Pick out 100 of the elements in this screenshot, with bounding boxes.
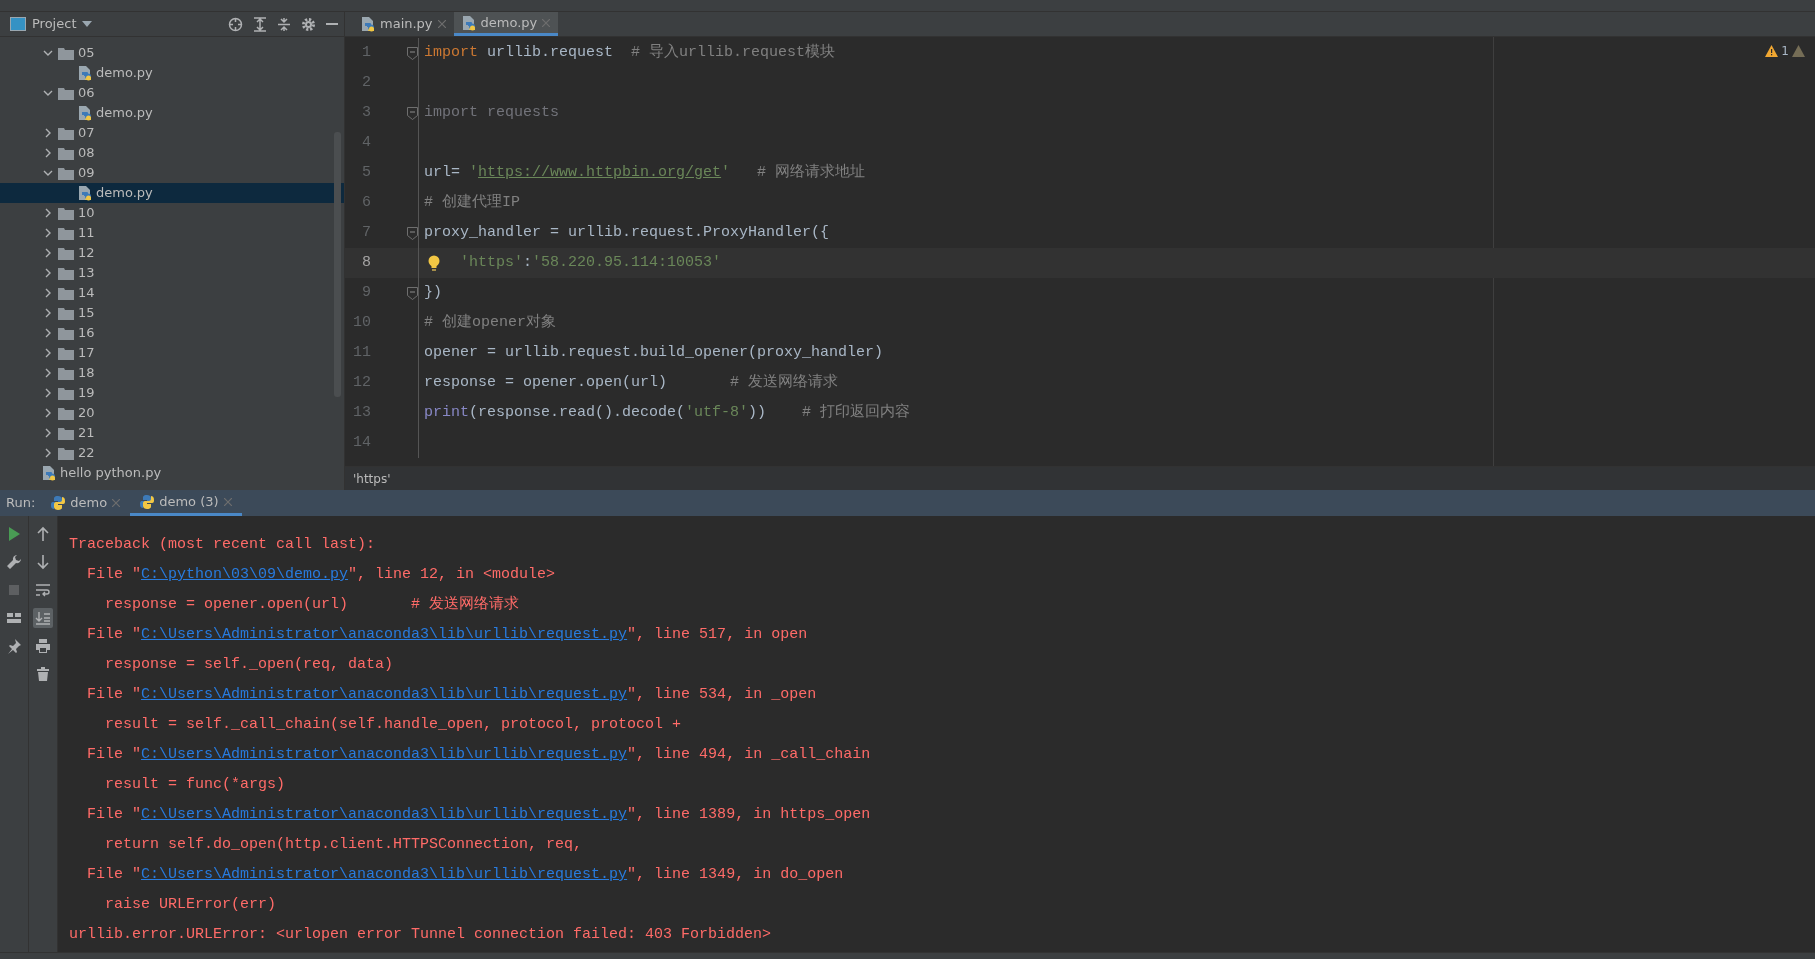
tree-item[interactable]: 20 (0, 403, 344, 423)
tree-item[interactable]: 12 (0, 243, 344, 263)
line-number: 3 (361, 102, 371, 123)
folder-icon (58, 326, 74, 340)
code-line: # 创建opener对象 (424, 312, 556, 333)
code-line: import requests (424, 102, 560, 123)
tree-item[interactable]: 14 (0, 283, 344, 303)
expand-all-icon[interactable] (253, 16, 267, 32)
fold-marker-icon[interactable] (407, 46, 418, 60)
tree-item[interactable]: 06 (0, 83, 344, 103)
tree-item[interactable]: 22 (0, 443, 344, 463)
editor-tab[interactable]: main.py (353, 12, 454, 36)
line-number: 5 (361, 162, 371, 183)
down-arrow-icon[interactable] (35, 554, 51, 570)
console-line: response = opener.open(url) # 发送网络请求 (104, 594, 521, 615)
fold-marker-icon[interactable] (407, 286, 418, 300)
code-line: # 创建代理IP (424, 192, 520, 213)
tree-item[interactable]: 21 (0, 423, 344, 443)
dropdown-caret-icon[interactable] (82, 21, 93, 27)
wrench-icon[interactable] (6, 554, 22, 570)
file-link[interactable]: C:\Users\Administrator\anaconda3\lib\urllib\request.py (141, 626, 628, 643)
tree-label: 14 (78, 284, 95, 303)
up-arrow-icon[interactable] (35, 526, 51, 542)
console-line: File "C:\Users\Administrator\anaconda3\lib\urllib\request.py", line 1389, in https_open (86, 805, 872, 825)
trash-icon[interactable] (35, 666, 51, 682)
settings-icon[interactable] (301, 16, 316, 32)
file-link[interactable]: C:\Users\Administrator\anaconda3\lib\urllib\request.py (141, 806, 628, 823)
console-line: return self.do_open(http.client.HTTPSConnection, req, (104, 835, 584, 855)
tree-item[interactable]: hello python.py (0, 463, 344, 483)
editor-tab[interactable]: demo.py (453, 12, 559, 36)
folder-icon (58, 86, 74, 100)
folder-icon (58, 426, 74, 440)
tree-item[interactable]: 15 (0, 303, 344, 323)
console-line: response = self._open(req, data) (104, 655, 395, 675)
folder-icon (58, 346, 74, 360)
console-line: File "C:\Users\Administrator\anaconda3\lib\urllib\request.py", line 534, in _open (86, 685, 818, 705)
tree-item[interactable]: 07 (0, 123, 344, 143)
scrollbar[interactable] (334, 132, 341, 397)
file-link[interactable]: C:\python\03\09\demo.py (141, 566, 349, 583)
tree-label: 08 (78, 144, 95, 163)
tree-label: 10 (78, 204, 95, 223)
folder-icon (58, 166, 74, 180)
folder-icon (58, 286, 74, 300)
line-number: 6 (361, 192, 371, 213)
folder-icon (58, 146, 74, 160)
tree-label: 09 (78, 164, 95, 183)
python-file-icon (78, 105, 92, 121)
line-number: 1 (361, 42, 371, 63)
console-line: Traceback (most recent call last): (69, 535, 377, 555)
tree-item[interactable]: demo.py (0, 183, 344, 203)
code-line: 'https':'58.220.95.114:10053' (460, 252, 722, 273)
scroll-to-end-icon[interactable] (35, 610, 51, 626)
tree-item[interactable]: 09 (0, 163, 344, 183)
crosshair-icon[interactable] (228, 16, 243, 32)
tree-item[interactable]: 17 (0, 343, 344, 363)
console-line: result = func(*args) (104, 775, 287, 795)
tree-item[interactable]: 13 (0, 263, 344, 283)
tree-item[interactable]: 16 (0, 323, 344, 343)
tree-label: demo.py (96, 104, 153, 123)
soft-wrap-icon[interactable] (35, 582, 51, 598)
tree-item[interactable]: 19 (0, 383, 344, 403)
console-line: File "C:\python\03\09\demo.py", line 12, in <module> (86, 565, 557, 585)
file-link[interactable]: C:\Users\Administrator\anaconda3\lib\urllib\request.py (141, 686, 628, 703)
printer-icon[interactable] (35, 638, 51, 654)
code-line: opener = urllib.request.build_opener(proxy_handler) (424, 342, 884, 363)
tree-label: 12 (78, 244, 95, 263)
tree-item[interactable]: 05 (0, 43, 344, 63)
python-icon (51, 496, 66, 510)
file-link[interactable]: C:\Users\Administrator\anaconda3\lib\urllib\request.py (141, 866, 628, 883)
tree-label: 15 (78, 304, 95, 323)
tree-label: 19 (78, 384, 95, 403)
python-file-icon (361, 16, 375, 32)
tree-label: 11 (78, 224, 95, 243)
run-icon[interactable] (6, 526, 22, 542)
tree-item[interactable]: demo.py (0, 103, 344, 123)
code-line: proxy_handler = urllib.request.ProxyHandler({ (424, 222, 830, 243)
line-number: 4 (361, 132, 371, 153)
tree-item[interactable]: 11 (0, 223, 344, 243)
folder-icon (58, 246, 74, 260)
fold-marker-icon[interactable] (407, 106, 418, 120)
lightbulb-icon[interactable] (428, 254, 440, 272)
console-line: File "C:\Users\Administrator\anaconda3\lib\urllib\request.py", line 517, in open (86, 625, 809, 645)
tree-item[interactable]: 10 (0, 203, 344, 223)
tree-item[interactable]: 18 (0, 363, 344, 383)
line-number: 8 (361, 252, 371, 273)
tree-item[interactable]: 08 (0, 143, 344, 163)
run-tab[interactable]: demo (41, 490, 131, 516)
code-line: }) (424, 282, 442, 303)
python-icon (140, 494, 155, 509)
tree-item[interactable]: demo.py (0, 63, 344, 83)
line-number: 12 (352, 372, 371, 393)
run-label: Run: (5, 494, 37, 513)
tree-label: 22 (78, 444, 95, 463)
collapse-all-icon[interactable] (277, 16, 291, 32)
layout-icon[interactable] (6, 610, 22, 626)
pin-icon[interactable] (6, 638, 22, 654)
tree-label: demo.py (96, 64, 153, 83)
folder-icon (58, 366, 74, 380)
fold-marker-icon[interactable] (407, 226, 418, 240)
file-link[interactable]: C:\Users\Administrator\anaconda3\lib\urllib\request.py (141, 746, 628, 763)
